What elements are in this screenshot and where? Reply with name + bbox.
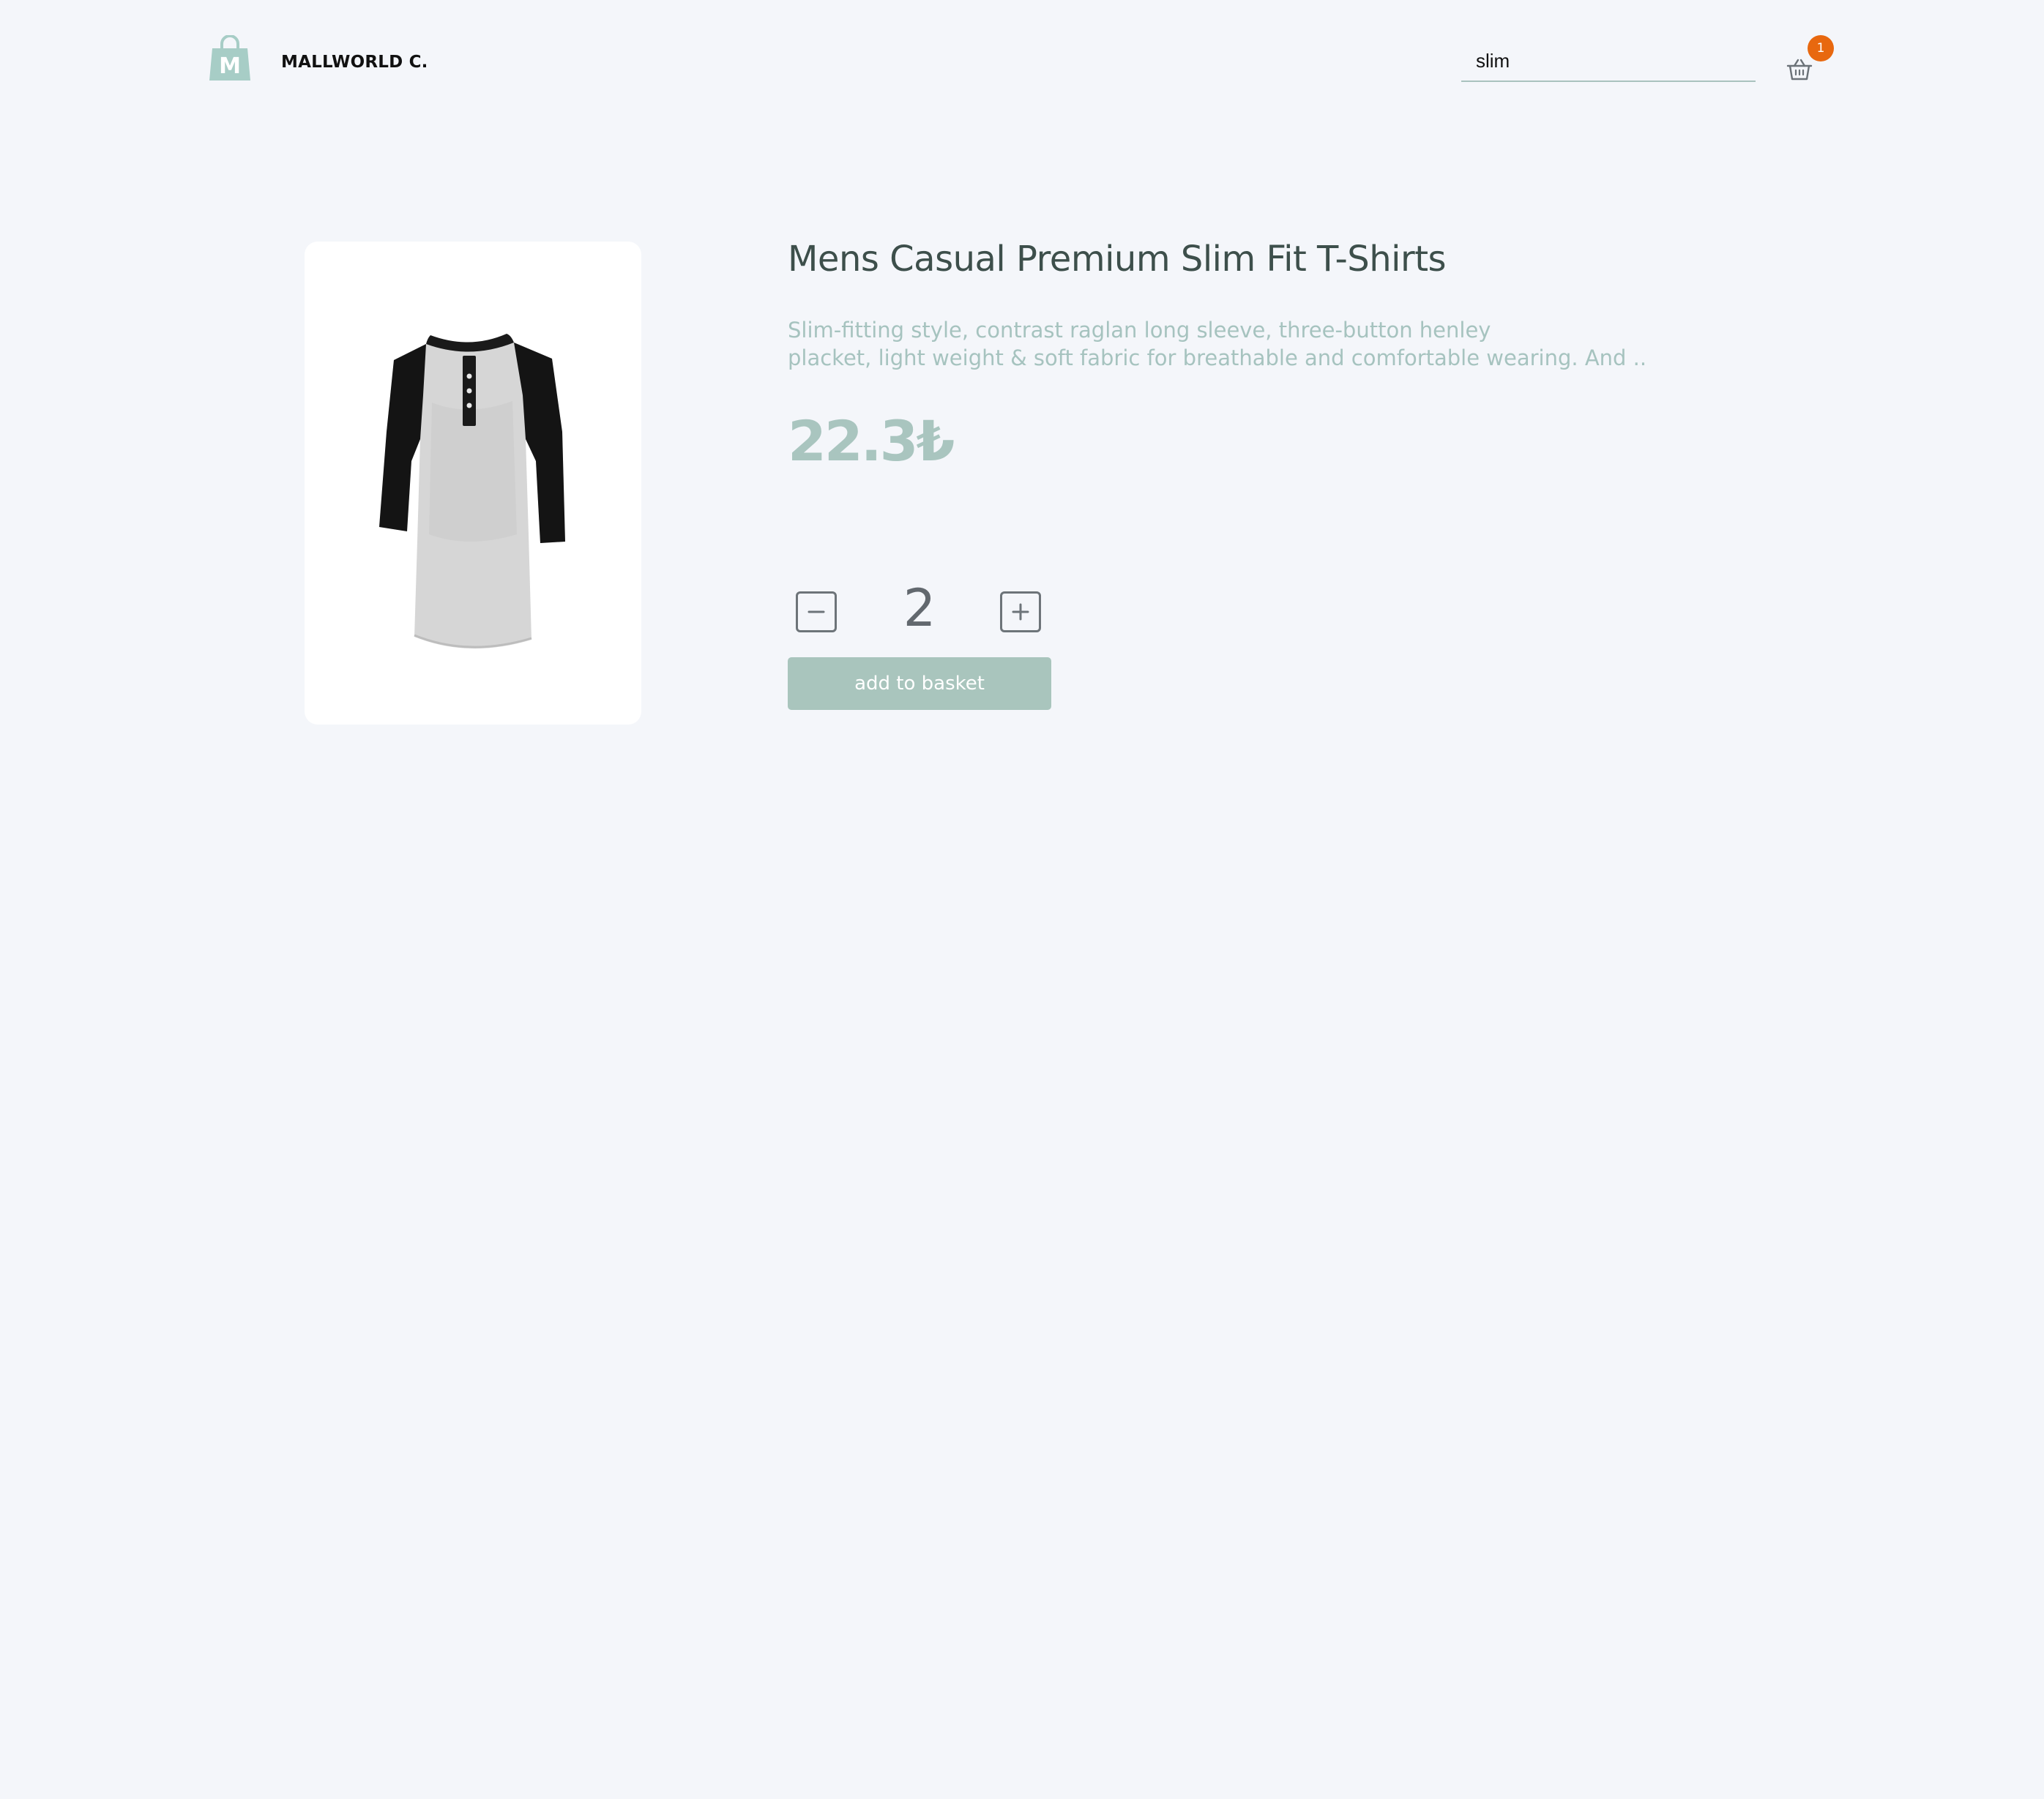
- quantity-value: 2: [903, 578, 936, 638]
- basket-icon: [1786, 59, 1813, 81]
- product-description: Slim-fitting style, contrast raglan long…: [788, 318, 1647, 370]
- add-to-basket-button[interactable]: add to basket: [788, 657, 1051, 710]
- site-header: M MALLWORLD C. 1: [0, 0, 2044, 132]
- product-price: 22.3₺: [788, 408, 955, 474]
- quantity-decrement-button[interactable]: [796, 591, 837, 632]
- plus-icon: [1012, 603, 1029, 621]
- shopping-bag-icon[interactable]: M: [209, 34, 250, 81]
- product-title: Mens Casual Premium Slim Fit T-Shirts: [788, 239, 1447, 280]
- logo-letter: M: [219, 53, 241, 79]
- search-input[interactable]: [1461, 42, 1756, 79]
- brand-name[interactable]: MALLWORLD C.: [281, 53, 428, 72]
- product-image-card: [305, 242, 641, 725]
- product-image: [379, 334, 565, 649]
- basket-count-badge: 1: [1808, 35, 1834, 61]
- minus-icon: [807, 610, 825, 613]
- quantity-increment-button[interactable]: [1000, 591, 1041, 632]
- search-bar: [1461, 42, 1756, 82]
- basket-button[interactable]: [1783, 54, 1816, 86]
